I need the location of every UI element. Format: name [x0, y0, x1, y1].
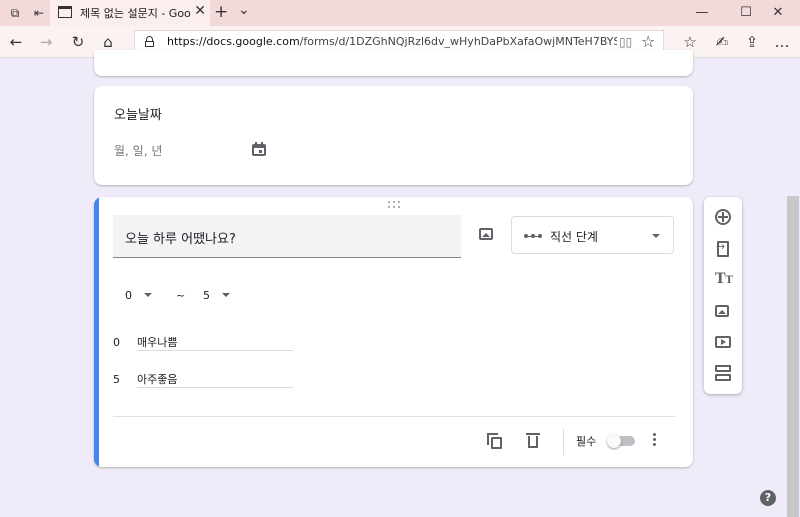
chevron-down-icon [222, 293, 230, 297]
title-text-icon: TT [715, 271, 733, 287]
side-toolbar: TT [704, 197, 742, 394]
add-circle-icon [715, 209, 731, 225]
footer-vertical-divider [563, 429, 564, 455]
scale-min-value: 0 [125, 289, 132, 302]
chevron-down-icon [652, 234, 660, 238]
date-placeholder: 월, 일, 년 [114, 144, 163, 158]
label-max-number: 5 [113, 373, 120, 386]
add-image-button[interactable] [711, 299, 735, 323]
add-question-button[interactable] [711, 205, 735, 229]
reading-view-icon[interactable]: ▯▯ [619, 35, 632, 49]
refresh-icon[interactable]: ↻ [68, 32, 88, 52]
video-icon [715, 336, 731, 348]
add-title-description-button[interactable]: TT [711, 268, 735, 292]
required-label: 필수 [576, 435, 597, 448]
tab-close-icon[interactable]: ✕ [194, 3, 206, 19]
drag-handle-icon[interactable] [388, 201, 402, 209]
question-type-dropdown[interactable]: 직선 단계 [511, 216, 674, 254]
set-aside-tabs-icon[interactable]: ⇤ [30, 4, 48, 22]
scale-max-value: 5 [203, 289, 210, 302]
share-icon[interactable]: ⇪ [742, 32, 762, 52]
forward-icon[interactable]: → [36, 32, 56, 52]
help-icon[interactable]: ? [760, 490, 776, 506]
question-title: 오늘날짜 [114, 108, 162, 123]
add-section-button[interactable] [711, 361, 735, 385]
back-icon[interactable]: ← [6, 32, 26, 52]
question-type-label: 직선 단계 [550, 230, 598, 244]
pen-notes-icon[interactable]: ✍ [712, 32, 732, 52]
calendar-icon [252, 142, 266, 156]
scrollbar-thumb[interactable] [787, 196, 799, 517]
duplicate-icon[interactable] [487, 433, 503, 449]
close-window-icon[interactable]: ✕ [756, 0, 800, 26]
url-text[interactable]: https://docs.google.com/forms/d/1DZGhNQj… [167, 35, 617, 48]
required-toggle[interactable] [607, 434, 637, 448]
more-vert-icon[interactable] [653, 433, 657, 447]
home-icon[interactable]: ⌂ [98, 32, 118, 52]
scale-separator: ~ [176, 289, 186, 302]
date-question-card[interactable]: 오늘날짜 월, 일, 년 [94, 86, 693, 185]
label-max-input[interactable]: 아주좋음 [137, 370, 293, 388]
minimize-icon[interactable]: — [680, 0, 724, 26]
question-title-text: 오늘 하루 어땠나요? [125, 232, 236, 247]
section-icon [715, 365, 731, 381]
label-min-number: 0 [113, 336, 120, 349]
tab-title: 제목 없는 설문지 - Goo [80, 7, 191, 20]
page-icon [58, 6, 72, 18]
delete-icon[interactable] [526, 432, 540, 449]
new-tab-icon[interactable]: + [214, 2, 228, 22]
label-min-input[interactable]: 매우나쁨 [137, 333, 293, 351]
image-icon [715, 305, 729, 317]
more-options-icon[interactable]: … [772, 32, 792, 52]
import-icon [716, 240, 729, 257]
question-title-input[interactable]: 오늘 하루 어땠나요? [113, 215, 461, 258]
tab-list-chevron-icon[interactable]: ⌄ [238, 2, 250, 18]
previous-question-card[interactable] [94, 50, 693, 76]
lock-icon [145, 36, 154, 47]
linear-scale-icon [524, 234, 542, 238]
active-question-card[interactable]: 오늘 하루 어땠나요? 직선 단계 0 ~ 5 0 매우나쁨 5 아주좋음 필수 [94, 197, 693, 467]
tab-manager-icon[interactable]: ⧉ [6, 4, 24, 22]
add-image-icon[interactable] [479, 228, 493, 240]
favorites-list-icon[interactable]: ☆ [680, 32, 700, 52]
window-titlebar: ⧉ ⇤ 제목 없는 설문지 - Goo ✕ + ⌄ — ☐ ✕ [0, 0, 800, 26]
active-indicator [94, 197, 99, 467]
import-questions-button[interactable] [711, 237, 735, 261]
favorite-star-icon[interactable]: ☆ [641, 32, 655, 51]
add-video-button[interactable] [711, 330, 735, 354]
chevron-down-icon [144, 293, 152, 297]
browser-tab[interactable]: 제목 없는 설문지 - Goo ✕ [50, 0, 210, 26]
footer-divider-line [113, 416, 675, 417]
